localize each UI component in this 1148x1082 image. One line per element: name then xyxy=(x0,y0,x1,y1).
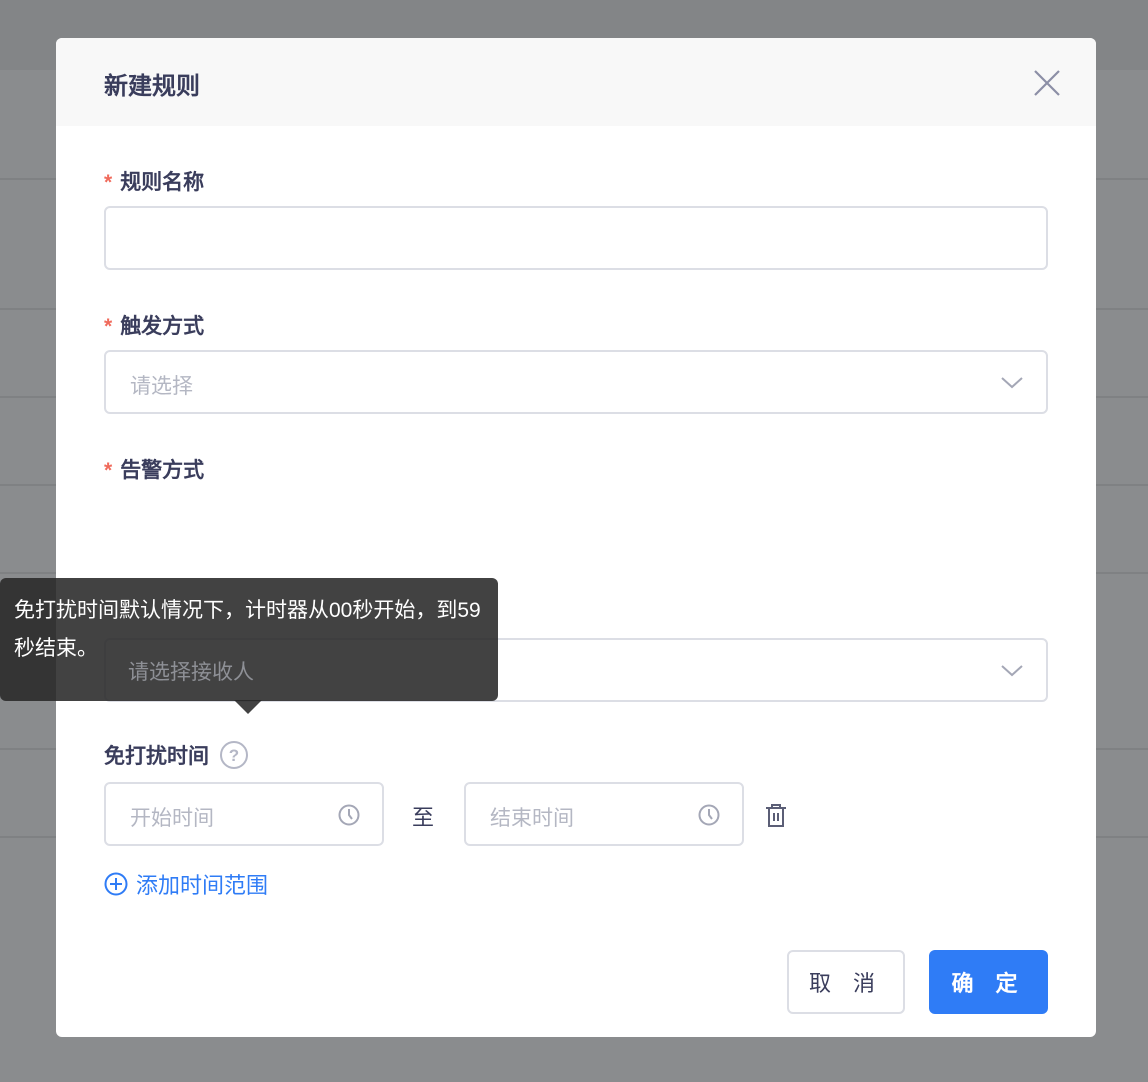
trash-icon[interactable] xyxy=(764,802,788,828)
svg-text:?: ? xyxy=(229,746,239,765)
dialog-header: 新建规则 xyxy=(56,38,1096,126)
end-time-placeholder: 结束时间 xyxy=(490,807,574,830)
confirm-button[interactable]: 确 定 xyxy=(929,950,1048,1014)
rule-name-label: * 规则名称 xyxy=(104,171,205,194)
cancel-button[interactable]: 取 消 xyxy=(787,950,905,1014)
clock-icon xyxy=(338,804,360,826)
alert-label: * 告警方式 xyxy=(104,459,205,482)
add-time-range-link[interactable]: 添加时间范围 xyxy=(104,868,268,900)
end-time-input[interactable]: 结束时间 xyxy=(464,782,744,846)
plus-circle-icon xyxy=(104,872,128,896)
chevron-down-icon xyxy=(1001,665,1023,677)
dnd-label: 免打扰时间 ? xyxy=(104,740,249,770)
clock-icon xyxy=(698,804,720,826)
rule-name-input[interactable] xyxy=(104,206,1048,270)
range-separator: 至 xyxy=(412,805,435,830)
start-time-placeholder: 开始时间 xyxy=(130,807,214,830)
new-rule-dialog: 新建规则 * 规则名称 * 触发方式 请选择 * 告警方式 免打扰时间 ? 开始时间 … xyxy=(56,38,1096,1037)
dialog-title: 新建规则 xyxy=(104,73,200,100)
help-icon[interactable]: ? xyxy=(219,740,249,770)
start-time-input[interactable]: 开始时间 xyxy=(104,782,384,846)
close-icon[interactable] xyxy=(1032,68,1062,98)
chevron-down-icon xyxy=(1001,377,1023,389)
add-time-range-label: 添加时间范围 xyxy=(136,873,269,898)
trigger-select[interactable]: 请选择 xyxy=(104,350,1048,414)
trigger-label: * 触发方式 xyxy=(104,315,205,338)
tooltip-arrow xyxy=(234,700,262,714)
trigger-placeholder: 请选择 xyxy=(130,375,193,398)
receiver-placeholder: 请选择接收人 xyxy=(128,661,254,684)
